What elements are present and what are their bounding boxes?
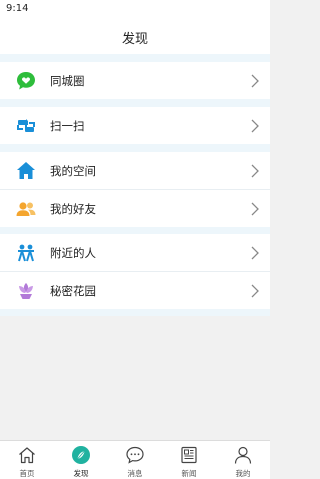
bottom-tab-bar: 首页 发现 消息 新闻 我的 [0,440,270,479]
scan-icon [15,115,37,137]
tab-messages[interactable]: 消息 [108,441,162,479]
menu-item-nearby-people[interactable]: 附近的人 [0,234,270,271]
tab-label: 消息 [127,469,143,478]
section-separator [0,144,270,152]
menu-item-label: 我的好友 [50,201,96,216]
home-outline-icon [19,447,35,464]
menu-item-label: 我的空间 [50,163,96,178]
tab-profile[interactable]: 我的 [216,441,270,479]
chevron-right-icon [251,74,259,88]
status-bar: 9:14 [0,0,270,20]
menu-item-label: 同城圈 [50,73,85,88]
friends-icon [15,198,37,220]
tab-label: 发现 [73,469,89,478]
title-bar: 发现 [0,20,270,54]
section-separator [0,308,270,316]
tab-discover[interactable]: 发现 [54,441,108,479]
chevron-right-icon [251,284,259,298]
tab-label: 新闻 [181,469,197,478]
tab-home[interactable]: 首页 [0,441,54,479]
chevron-right-icon [251,246,259,260]
news-icon [181,446,197,464]
menu-item-my-friends[interactable]: 我的好友 [0,190,270,227]
menu-item-label: 秘密花园 [50,283,96,298]
menu-item-label: 附近的人 [50,245,96,260]
menu-item-my-space[interactable]: 我的空间 [0,152,270,189]
chevron-right-icon [251,164,259,178]
message-icon [126,446,144,464]
profile-icon [234,446,252,464]
chat-bubble-heart-icon [15,70,37,92]
status-time: 9:14 [6,3,29,14]
section-separator [0,99,270,107]
home-icon [15,160,37,182]
menu-item-city-circle[interactable]: 同城圈 [0,62,270,99]
menu-item-scan[interactable]: 扫一扫 [0,107,270,144]
section-separator [0,54,270,62]
menu-item-label: 扫一扫 [50,118,85,133]
tab-label: 我的 [235,469,251,478]
page-title: 发现 [121,31,148,47]
menu-item-secret-garden[interactable]: 秘密花园 [0,272,270,309]
chevron-right-icon [251,119,259,133]
flower-icon [15,280,37,302]
tab-news[interactable]: 新闻 [162,441,216,479]
nearby-people-icon [15,242,37,264]
section-separator [0,226,270,234]
tab-label: 首页 [19,469,35,478]
compass-icon [72,446,90,464]
chevron-right-icon [251,202,259,216]
